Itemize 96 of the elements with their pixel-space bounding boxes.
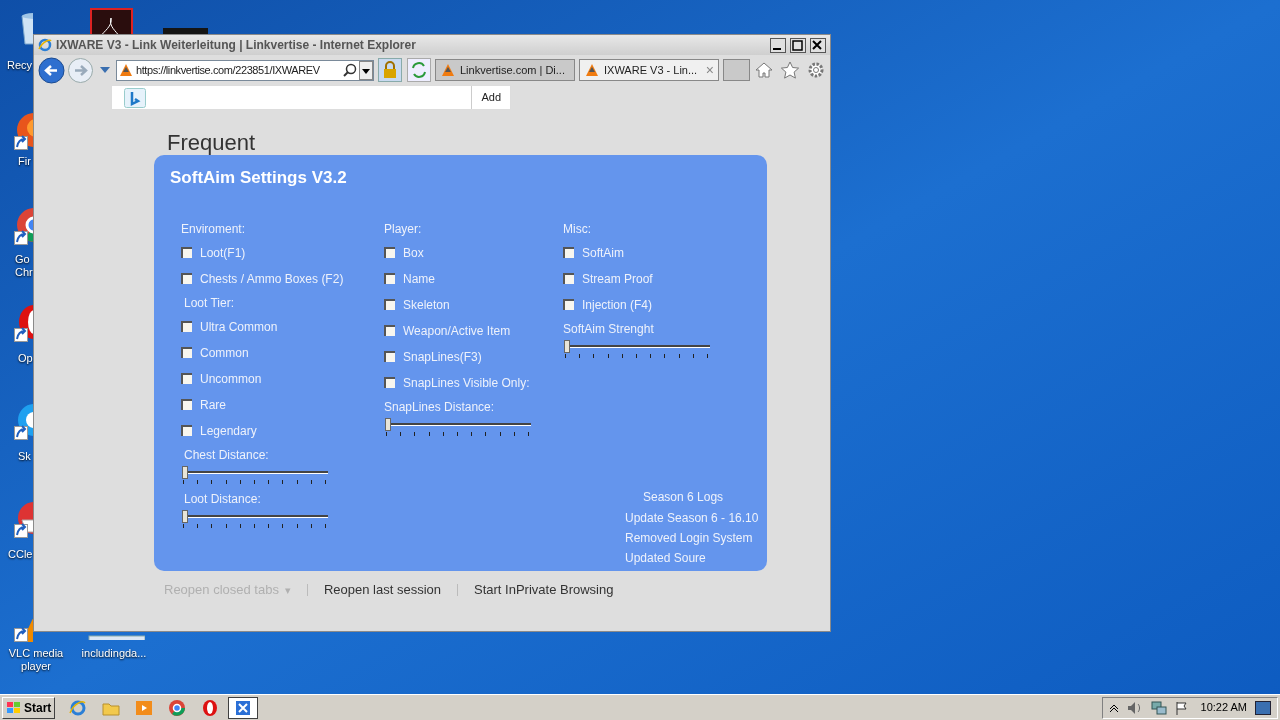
checkbox[interactable] xyxy=(181,347,192,358)
network-icon[interactable] xyxy=(1150,700,1167,715)
slider-thumb[interactable] xyxy=(182,465,188,479)
site-icon xyxy=(584,62,600,78)
window-title: IXWARE V3 - Link Weiterleitung | Linkvertise - Internet Explorer xyxy=(56,37,417,54)
settings-icon[interactable] xyxy=(806,61,826,79)
section-label: Misc: xyxy=(563,220,591,238)
windows-logo-icon xyxy=(6,700,22,715)
checkbox-label: Stream Proof xyxy=(582,270,653,288)
checkbox[interactable] xyxy=(563,299,574,310)
minimize-button[interactable] xyxy=(770,37,786,53)
show-desktop-button[interactable] xyxy=(1255,700,1271,715)
page-link[interactable]: Start InPrivate Browsing xyxy=(474,580,614,600)
back-button[interactable] xyxy=(38,56,65,84)
checkbox-label: Ultra Common xyxy=(200,318,278,336)
checkbox[interactable] xyxy=(181,425,192,436)
checkbox-label: Legendary xyxy=(200,422,257,440)
checkbox[interactable] xyxy=(181,247,192,258)
checkbox-label: Box xyxy=(403,244,424,262)
address-bar[interactable]: https://linkvertise.com/223851/IXWAREV xyxy=(116,59,374,81)
section-label: Player: xyxy=(384,220,422,238)
icon-label[interactable]: Sk xyxy=(18,450,33,463)
flag-icon[interactable] xyxy=(1174,700,1189,715)
close-button[interactable] xyxy=(810,37,826,53)
log-line: Updated Soure xyxy=(625,550,707,567)
checkbox[interactable] xyxy=(563,247,574,258)
slider-thumb[interactable] xyxy=(182,509,188,523)
clock[interactable]: 10:22 AM xyxy=(1200,699,1247,716)
checkbox-label: Skeleton xyxy=(403,296,450,314)
tab-title: IXWARE V3 - Lin... xyxy=(604,62,699,78)
checkbox[interactable] xyxy=(181,399,192,410)
checkbox[interactable] xyxy=(384,325,395,336)
checkbox-label: Rare xyxy=(200,396,226,414)
icon-label[interactable]: VLC media player xyxy=(8,647,64,673)
refresh-button[interactable] xyxy=(407,58,431,82)
checkbox-label: Weapon/Active Item xyxy=(403,322,511,340)
checkbox[interactable] xyxy=(384,351,395,362)
dropdown-icon[interactable] xyxy=(99,66,111,74)
icon-label[interactable]: includingda... xyxy=(78,647,150,660)
taskbar-app[interactable] xyxy=(228,696,259,719)
slider-thumb[interactable] xyxy=(564,339,570,353)
checkbox-label: SnapLines Visible Only: xyxy=(403,374,530,392)
icon-label[interactable]: Fir xyxy=(18,155,33,168)
checkbox[interactable] xyxy=(384,247,395,258)
page-link[interactable]: Reopen last session xyxy=(323,580,441,600)
site-icon xyxy=(118,62,134,78)
log-title: Season 6 Logs xyxy=(643,489,725,506)
browser-logo-icon xyxy=(38,38,52,52)
document-icon[interactable] xyxy=(90,8,133,34)
section-label: Loot Tier: xyxy=(184,294,235,312)
search-icon[interactable] xyxy=(343,63,357,77)
dropdown-button[interactable] xyxy=(359,60,373,80)
checkbox-label: Uncommon xyxy=(200,370,262,388)
maximize-button[interactable] xyxy=(790,37,806,53)
checkbox-label: SnapLines(F3) xyxy=(403,348,482,366)
checkbox[interactable] xyxy=(563,273,574,284)
section-label: Chest Distance: xyxy=(184,446,269,464)
url-text: https://linkvertise.com/223851/IXWAREV xyxy=(136,62,321,78)
checkbox-label: Common xyxy=(200,344,249,362)
home-icon[interactable] xyxy=(754,61,774,79)
section-label: SoftAim Strenght xyxy=(563,320,654,338)
checkbox-label: SoftAim xyxy=(582,244,624,262)
chevron-up-icon[interactable] xyxy=(1108,702,1119,713)
page-heading: Frequent xyxy=(167,132,256,154)
checkbox[interactable] xyxy=(384,377,395,388)
search-logo-icon xyxy=(124,87,146,108)
start-button[interactable]: Start xyxy=(2,696,56,719)
checkbox[interactable] xyxy=(181,321,192,332)
checkbox-label: Name xyxy=(403,270,435,288)
browser-tab[interactable]: IXWARE V3 - Lin... × xyxy=(579,59,719,81)
icon-label[interactable]: Recy xyxy=(7,59,34,72)
checkbox[interactable] xyxy=(181,373,192,384)
section-label: Loot Distance: xyxy=(184,490,261,508)
checkbox[interactable] xyxy=(384,273,395,284)
tab-title: Linkvertise.com | Di... xyxy=(460,62,566,78)
section-label: Enviroment: xyxy=(181,220,246,238)
checkbox-label: Injection (F4) xyxy=(582,296,653,314)
checkbox-label: Loot(F1) xyxy=(200,244,246,262)
log-line: Removed Login System xyxy=(625,530,754,547)
add-button[interactable]: Add xyxy=(472,89,510,106)
speaker-icon[interactable] xyxy=(1126,700,1143,715)
browser-tab[interactable]: Linkvertise.com | Di... xyxy=(435,59,575,81)
icon-label[interactable]: Op xyxy=(18,352,33,365)
log-line: Update Season 6 - 16.10 xyxy=(625,510,759,527)
site-icon xyxy=(440,62,456,78)
checkbox-label: Chests / Ammo Boxes (F2) xyxy=(200,270,344,288)
lock-icon[interactable] xyxy=(378,58,402,82)
slider-thumb[interactable] xyxy=(385,417,391,431)
icon-label[interactable]: CCle xyxy=(8,548,33,561)
search-bar[interactable]: Add xyxy=(111,85,511,110)
icon-label[interactable]: Go Chr xyxy=(15,253,33,279)
checkbox[interactable] xyxy=(181,273,192,284)
section-label: SnapLines Distance: xyxy=(384,398,495,416)
checkbox[interactable] xyxy=(384,299,395,310)
star-icon[interactable] xyxy=(780,61,800,79)
dialog-title: SoftAim Settings V3.2 xyxy=(170,167,348,189)
